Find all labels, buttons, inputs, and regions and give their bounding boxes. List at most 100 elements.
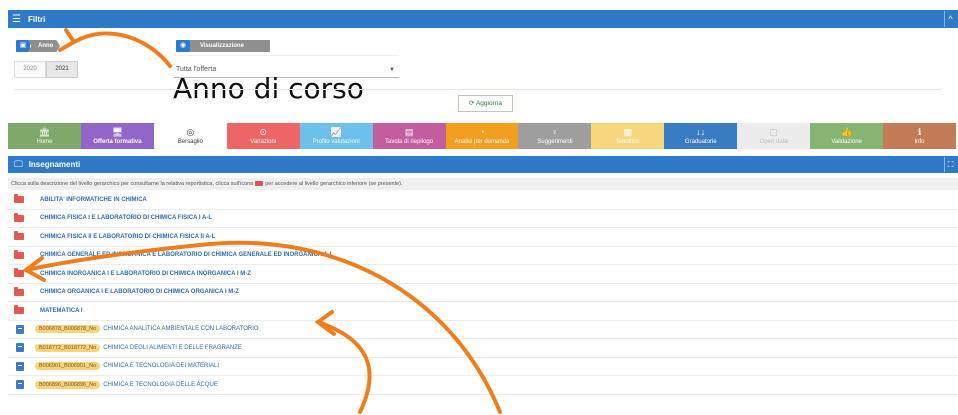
course-code-badge: B006896_B006896_No [35, 380, 101, 389]
nav-tile-label: Offerta formativa [93, 139, 142, 145]
instructions-text-end: per accedere al livello gerarchico infer… [265, 181, 403, 187]
year-breadcrumb: ▣ Anno [16, 40, 60, 52]
nav-tile-label: Profilo valutazioni [312, 139, 360, 145]
view-label: Visualizzazione [190, 40, 270, 52]
folder-name[interactable]: CHIMICA ORGANICA I E LABORATORIO DI CHIM… [40, 289, 239, 295]
update-button-label: Aggiorna [475, 100, 502, 107]
nav-tile-graduatorie[interactable]: ↓↓ Graduatorie [664, 123, 738, 149]
nav-tile-label: Info [914, 139, 925, 145]
fullscreen-button[interactable]: ⛶ [944, 157, 956, 172]
folder-row[interactable]: CHIMICA FISICA I E LABORATORIO DI CHIMIC… [8, 210, 958, 228]
folder-row[interactable]: CHIMICA FISICA II E LABORATORIO DI CHIMI… [8, 228, 958, 247]
nav-tile-icon: 🖥 [111, 127, 124, 137]
nav-tile-validazione[interactable]: 👍 Validazione [810, 123, 884, 149]
folder-name[interactable]: CHIMICA FISICA I E LABORATORIO DI CHIMIC… [40, 215, 212, 221]
update-button[interactable]: ⟳ Aggiorna [458, 95, 513, 112]
nav-tile-info[interactable]: ℹ Info [883, 123, 956, 149]
folder-icon[interactable] [14, 249, 24, 259]
nav-tile-home[interactable]: 🏛 Home [8, 123, 81, 149]
book-icon [16, 361, 24, 371]
chevron-down-icon: ▼ [389, 67, 395, 73]
book-icon [16, 324, 24, 334]
folder-row[interactable]: CHIMICA ORGANICA I E LABORATORIO DI CHIM… [8, 284, 958, 302]
course-code-badge: B006878_B006878_No [35, 325, 101, 334]
folder-icon[interactable] [14, 305, 24, 315]
nav-tile-variazioni[interactable]: ⊙ Variazioni [226, 123, 300, 149]
folder-icon[interactable] [14, 286, 24, 296]
course-row[interactable]: B006878_B006878_No CHIMICA ANALITICA AMBI… [8, 321, 958, 339]
nav-tile-label: Open data [759, 139, 788, 145]
nav-tile-icon: 📈 [330, 127, 342, 137]
nav-tile-profilo-valutazioni[interactable]: 📈 Profilo valutazioni [299, 123, 373, 149]
course-code-badge: B006901_B006901_No [35, 362, 101, 371]
year-option-2020[interactable]: 2020 [14, 61, 46, 78]
calendar-icon: ▣ [16, 40, 30, 52]
folder-name[interactable]: CHIMICA GENERALE ED INORGANICA E LABORAT… [40, 252, 333, 258]
nav-tile-sinottico[interactable]: ▦ Sinottico [591, 123, 665, 149]
folder-name[interactable]: CHIMICA INORGANICA I E LABORATORIO DI CH… [40, 271, 251, 277]
eye-icon: ◉ [176, 40, 190, 52]
folder-icon[interactable] [14, 231, 24, 241]
divider [14, 89, 942, 90]
nav-tile-open-data[interactable]: ▢ Open data [737, 123, 811, 149]
nav-tile-icon: ♀ [551, 127, 559, 137]
view-breadcrumb: ◉ Visualizzazione [176, 40, 270, 52]
nav-tile-icon: ↓↓ [696, 127, 706, 137]
year-option-2021[interactable]: 2021 [46, 61, 78, 78]
nav-tile-offerta-formativa[interactable]: 🖥 Offerta formativa [80, 123, 154, 149]
course-name[interactable]: CHIMICA DEGLI ALIMENTI E DELLE FRAGRANZE [103, 345, 242, 351]
nav-tile-icon: ▦ [623, 127, 633, 137]
folder-icon[interactable] [14, 212, 24, 222]
instructions: Clicca sulla descrizione del livello ger… [8, 178, 958, 190]
nav-tile-label: Variazioni [250, 139, 277, 145]
folder-icon[interactable] [14, 268, 24, 278]
folder-row[interactable]: CHIMICA GENERALE ED INORGANICA E LABORAT… [8, 247, 958, 265]
nav-tile-label: Suggerimenti [537, 139, 573, 145]
course-name[interactable]: CHIMICA E TECNOLOGIA DEI MATERIALI [103, 363, 219, 369]
folder-icon[interactable] [14, 194, 24, 204]
nav-tile-label: Tavola di riepilogo [385, 139, 434, 145]
refresh-icon: ⟳ [469, 100, 475, 107]
nav-tile-label: Analisi per domanda [454, 139, 510, 145]
sliders-icon: ☰ [12, 13, 21, 25]
course-code-badge: B018772_B018772_No [35, 343, 101, 352]
instructions-text: Clicca sulla descrizione del livello ger… [11, 181, 254, 187]
nav-tile-icon: ◔ [479, 127, 485, 137]
arrow-head [58, 28, 77, 52]
presentation-icon: 🖵 [14, 159, 23, 169]
course-name[interactable]: CHIMICA E TECNOLOGIA DELLE ACQUE [103, 382, 218, 388]
nav-tile-icon: 🏛 [38, 127, 51, 137]
nav-tile-label: Bersaglio [177, 139, 203, 145]
arrow-to-year [72, 31, 172, 68]
folder-row[interactable]: MATEMATICA I [8, 302, 958, 321]
nav-tile-tavola-di-riepilogo[interactable]: ▤ Tavola di riepilogo [372, 123, 446, 149]
nav-tile-icon: ℹ [917, 127, 922, 137]
collapse-button[interactable]: ^ [944, 11, 956, 27]
folder-name[interactable]: ABILITA' INFORMATICHE IN CHIMICA [40, 197, 147, 203]
book-icon [16, 380, 24, 390]
nav-tile-label: Validazione [831, 139, 862, 145]
nav-tile-icon: ◎ [186, 127, 195, 137]
nav-tile-analisi-per-domanda[interactable]: ◔ Analisi per domanda [445, 123, 519, 149]
divider [174, 55, 399, 56]
course-row[interactable]: B018772_B018772_No CHIMICA DEGLI ALIMENTI… [8, 339, 958, 358]
nav-tile-bersaglio[interactable]: ◎ Bersaglio [153, 123, 227, 149]
filters-title: Filtri [28, 14, 46, 24]
nav-tile-icon: 👍 [840, 127, 853, 137]
filters-header[interactable]: ☰ Filtri ^ [8, 10, 958, 28]
course-row[interactable]: B006896_B006896_No CHIMICA E TECNOLOGIA D… [8, 376, 958, 395]
folder-name[interactable]: MATEMATICA I [40, 308, 83, 314]
course-row[interactable]: B006901_B006901_No CHIMICA E TECNOLOGIA D… [8, 358, 958, 376]
nav-tile-suggerimenti[interactable]: ♀ Suggerimenti [518, 123, 592, 149]
section-title: Insegnamenti [28, 160, 81, 169]
book-icon [16, 343, 24, 353]
nav-tile-icon: ▢ [769, 127, 778, 137]
folder-row[interactable]: ABILITA' INFORMATICHE IN CHIMICA [8, 191, 958, 210]
course-name[interactable]: CHIMICA ANALITICA AMBIENTALE CON LABORAT… [103, 326, 258, 332]
folder-name[interactable]: CHIMICA FISICA II E LABORATORIO DI CHIMI… [40, 234, 215, 240]
year-selector: 2020 2021 [14, 61, 78, 78]
folder-row[interactable]: CHIMICA INORGANICA I E LABORATORIO DI CH… [8, 265, 958, 284]
course-list: ABILITA' INFORMATICHE IN CHIMICA CHIMICA … [8, 191, 958, 395]
nav-tile-label: Graduatorie [684, 139, 717, 145]
nav-tile-label: Sinottico [616, 139, 640, 145]
